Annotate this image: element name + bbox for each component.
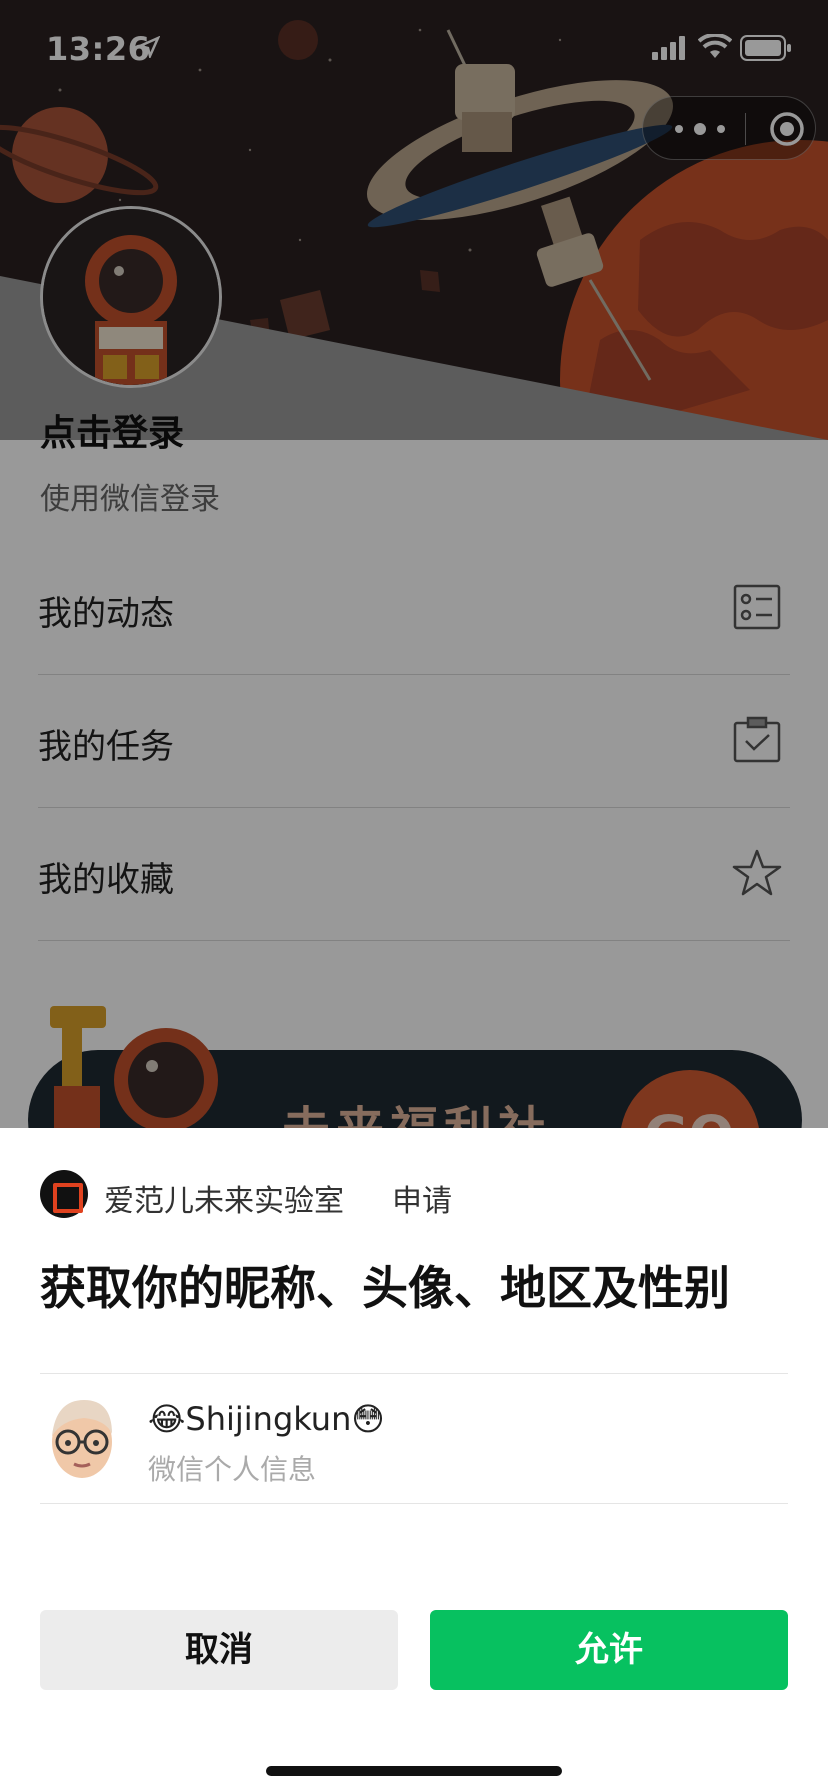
user-avatar[interactable] xyxy=(40,1396,122,1482)
divider xyxy=(40,1503,788,1504)
app-logo xyxy=(40,1170,88,1218)
divider xyxy=(40,1373,788,1374)
authorization-sheet: 爱范儿未来实验室 申请 获取你的昵称、头像、地区及性别 😂Shijingkun😳… xyxy=(0,1128,828,1792)
screen: 13:26 点击登录 使用微信登录 我的动态 我的任务 我的收藏 爱范儿未来实验… xyxy=(0,0,828,1792)
apply-label: 申请 xyxy=(392,1184,452,1219)
home-indicator[interactable] xyxy=(266,1766,562,1776)
modal-overlay[interactable] xyxy=(0,0,828,1128)
cancel-button[interactable]: 取消 xyxy=(40,1610,398,1690)
permission-title: 获取你的昵称、头像、地区及性别 xyxy=(40,1261,730,1315)
user-info-subtitle: 微信个人信息 xyxy=(148,1453,317,1486)
allow-button[interactable]: 允许 xyxy=(430,1610,788,1690)
app-name: 爱范儿未来实验室 xyxy=(104,1184,344,1219)
user-nickname: 😂Shijingkun😳 xyxy=(148,1400,385,1438)
